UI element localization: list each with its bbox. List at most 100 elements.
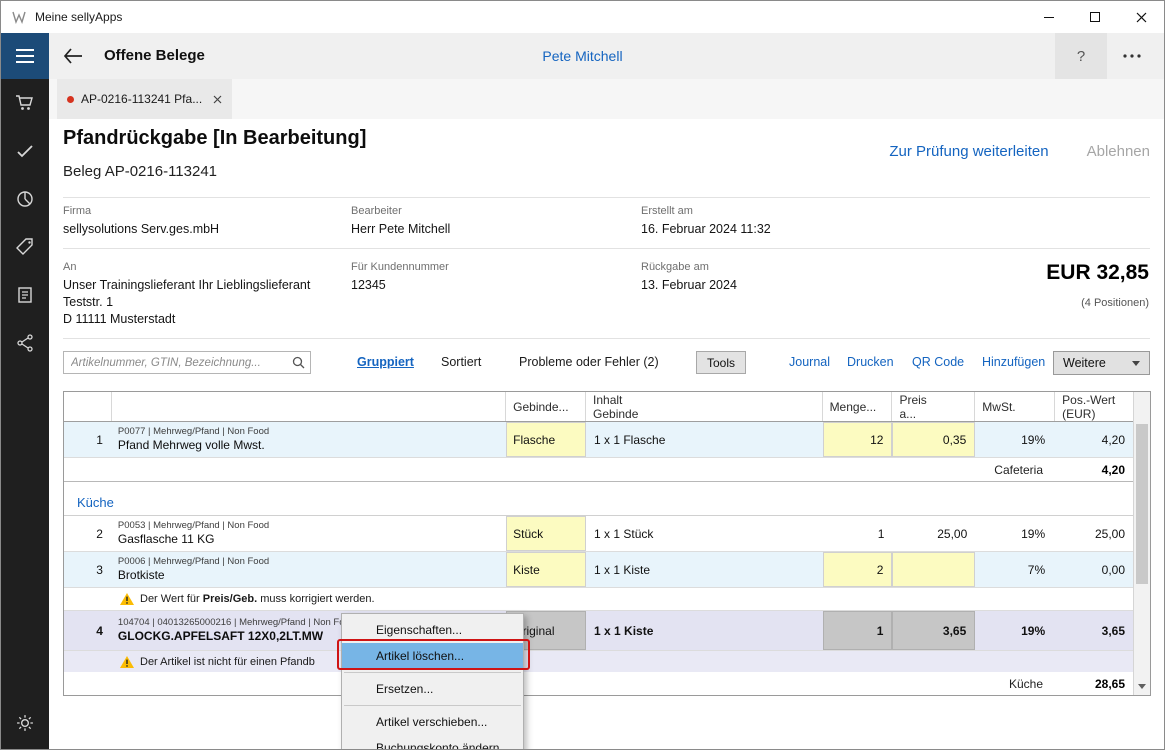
- sidebar-item-share[interactable]: [1, 319, 49, 367]
- sidebar: [1, 79, 49, 749]
- user-name[interactable]: Pete Mitchell: [542, 48, 622, 64]
- chevron-down-icon: [1138, 684, 1146, 689]
- column-header-preis[interactable]: Preisa...: [892, 392, 975, 421]
- context-menu-item-ersetzen[interactable]: Ersetzen...: [342, 676, 523, 702]
- cell-preis[interactable]: [892, 552, 975, 587]
- share-icon: [15, 333, 35, 353]
- column-header-number[interactable]: [64, 392, 112, 421]
- cell-menge[interactable]: 2: [823, 552, 893, 587]
- cell-mwst: 19%: [975, 422, 1055, 457]
- field-value-kundennummer: 12345: [351, 277, 449, 294]
- field-label-an: An: [63, 261, 310, 273]
- cell-gebinde[interactable]: Flasche: [506, 422, 586, 457]
- cell-poswert: 4,20: [1055, 422, 1133, 457]
- problems-filter[interactable]: Probleme oder Fehler (2): [519, 355, 659, 369]
- column-header-gebinde[interactable]: Gebinde...: [506, 392, 586, 421]
- context-menu-item-artikel-verschieben[interactable]: Artikel verschieben...: [342, 709, 523, 735]
- column-header-poswert[interactable]: Pos.-Wert(EUR): [1055, 392, 1133, 421]
- group-subtotal-value: 4,20: [1055, 463, 1133, 477]
- group-gap: [64, 482, 1133, 490]
- menu-button[interactable]: [1, 33, 49, 79]
- sidebar-item-catalog[interactable]: [1, 271, 49, 319]
- reject-link[interactable]: Ablehnen: [1087, 143, 1150, 160]
- tab-label: AP-0216-113241 Pfa...: [81, 92, 202, 106]
- add-item-link[interactable]: Hinzufügen: [982, 355, 1045, 369]
- unsaved-dot-icon: [67, 96, 74, 103]
- cell-gebinde[interactable]: Kiste: [506, 552, 586, 587]
- cell-preis[interactable]: 25,00: [892, 516, 975, 551]
- column-header-article[interactable]: [112, 392, 506, 421]
- document-title: Pfandrückgabe [In Bearbeitung]: [63, 127, 366, 150]
- sidebar-item-settings[interactable]: [1, 699, 49, 747]
- print-link[interactable]: Drucken: [847, 355, 894, 369]
- search-box[interactable]: [63, 351, 311, 374]
- context-menu-item-buchungskonto-aendern[interactable]: Buchungskonto ändern...: [342, 735, 523, 750]
- close-button[interactable]: [1118, 1, 1164, 33]
- pie-chart-icon: [15, 189, 35, 209]
- field-value-bearbeiter: Herr Pete Mitchell: [351, 221, 450, 238]
- help-button[interactable]: ?: [1055, 33, 1107, 79]
- forward-for-review-link[interactable]: Zur Prüfung weiterleiten: [889, 143, 1048, 160]
- scrollbar-thumb[interactable]: [1136, 424, 1148, 584]
- tab-close-button[interactable]: [213, 95, 222, 104]
- sorted-toggle[interactable]: Sortiert: [441, 355, 481, 369]
- sidebar-item-articles[interactable]: [1, 223, 49, 271]
- cell-menge[interactable]: 12: [823, 422, 893, 457]
- cell-position-number: 1: [64, 422, 112, 457]
- cell-preis[interactable]: 0,35: [892, 422, 975, 457]
- context-menu-item-artikel-loeschen[interactable]: Artikel löschen...: [342, 643, 523, 669]
- qr-code-link[interactable]: QR Code: [912, 355, 964, 369]
- search-icon[interactable]: [292, 356, 305, 374]
- cell-preis[interactable]: 3,65: [892, 611, 975, 650]
- grouped-toggle[interactable]: Gruppiert: [357, 355, 414, 369]
- app-header: Offene Belege Pete Mitchell ?: [1, 33, 1164, 79]
- tab-bar: AP-0216-113241 Pfa...: [49, 79, 1164, 119]
- cell-mwst: 19%: [975, 516, 1055, 551]
- context-menu-item-eigenschaften[interactable]: Eigenschaften...: [342, 617, 523, 643]
- cell-inhalt: 1 x 1 Kiste: [586, 611, 823, 650]
- sidebar-item-tasks[interactable]: [1, 127, 49, 175]
- table-row[interactable]: 3 P0006 | Mehrweg/Pfand | Non Food Brotk…: [64, 552, 1133, 588]
- minimize-button[interactable]: [1026, 1, 1072, 33]
- sidebar-item-reports[interactable]: [1, 175, 49, 223]
- toolbar: Gruppiert Sortiert Probleme oder Fehler …: [63, 351, 1150, 377]
- divider: [63, 248, 1150, 249]
- warning-text: Der Wert für Preis/Geb. muss korrigiert …: [140, 593, 375, 605]
- scrollbar-down-button[interactable]: [1134, 678, 1150, 695]
- cell-menge[interactable]: 1: [823, 611, 893, 650]
- window-title: Meine sellyApps: [35, 10, 122, 24]
- table-row[interactable]: 2 P0053 | Mehrweg/Pfand | Non Food Gasfl…: [64, 516, 1133, 552]
- cell-article: P0053 | Mehrweg/Pfand | Non Food Gasflas…: [112, 516, 506, 551]
- cell-menge[interactable]: 1: [823, 516, 893, 551]
- tools-button[interactable]: Tools: [696, 351, 746, 374]
- more-actions-button[interactable]: Weitere: [1053, 351, 1150, 375]
- cell-gebinde[interactable]: Stück: [506, 516, 586, 551]
- table-row-selected[interactable]: 4 104704 | 04013265000216 | Mehrweg/Pfan…: [64, 611, 1133, 651]
- close-icon: [1136, 12, 1147, 23]
- maximize-button[interactable]: [1072, 1, 1118, 33]
- document-tab[interactable]: AP-0216-113241 Pfa...: [57, 79, 232, 119]
- sidebar-item-cart[interactable]: [1, 79, 49, 127]
- table-row[interactable]: 1 P0077 | Mehrweg/Pfand | Non Food Pfand…: [64, 422, 1133, 458]
- field-value-firma: sellysolutions Serv.ges.mbH: [63, 221, 219, 238]
- warning-icon: [120, 656, 134, 668]
- cell-position-number: 4: [64, 611, 112, 650]
- cell-poswert: 25,00: [1055, 516, 1133, 551]
- column-header-menge[interactable]: Menge...: [823, 392, 893, 421]
- cell-position-number: 3: [64, 552, 112, 587]
- journal-link[interactable]: Journal: [789, 355, 830, 369]
- more-button[interactable]: [1110, 33, 1154, 79]
- group-subtotal-row: Cafeteria 4,20: [64, 458, 1133, 482]
- cell-inhalt: 1 x 1 Stück: [586, 516, 823, 551]
- field-label-erstellt-am: Erstellt am: [641, 205, 771, 217]
- table-scrollbar[interactable]: [1133, 392, 1150, 695]
- field-value-erstellt-am: 16. Februar 2024 11:32: [641, 221, 771, 238]
- field-label-firma: Firma: [63, 205, 219, 217]
- app-window: Meine sellyApps Offene Belege Pete Mitch…: [0, 0, 1165, 750]
- column-header-inhalt-gebinde[interactable]: InhaltGebinde: [586, 392, 823, 421]
- search-input[interactable]: [64, 352, 310, 373]
- back-button[interactable]: [61, 46, 85, 66]
- back-arrow-icon: [63, 48, 83, 64]
- cell-mwst: 19%: [975, 611, 1055, 650]
- column-header-mwst[interactable]: MwSt.: [975, 392, 1055, 421]
